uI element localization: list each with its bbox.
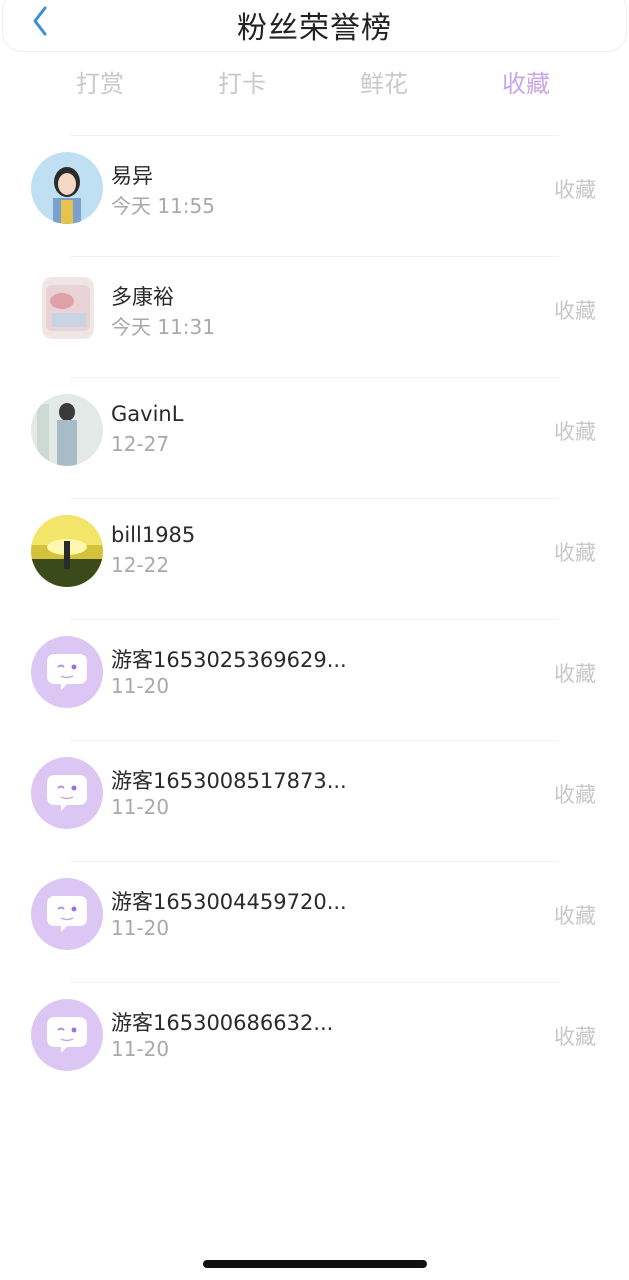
photo-person-avatar[interactable] (31, 394, 103, 466)
fan-time: 12-22 (111, 553, 170, 577)
fan-honor-page: 粉丝荣誉榜 打赏 打卡 鲜花 收藏 易异 今天 11:55 收藏 多康裕 今天 … (0, 0, 629, 1280)
fan-name: 易异 (111, 164, 153, 188)
guest-chat-avatar[interactable] (31, 757, 103, 829)
action-label: 收藏 (554, 662, 596, 686)
action-label: 收藏 (554, 420, 596, 444)
top-bar: 粉丝荣誉榜 (2, 0, 627, 52)
list-item[interactable]: 游客1653025369629... 11-20 收藏 (31, 619, 596, 740)
list-item[interactable]: 游客1653004459720... 11-20 收藏 (31, 861, 596, 982)
fan-time: 11-20 (111, 1037, 170, 1061)
action-label: 收藏 (554, 178, 596, 202)
fan-time: 11-20 (111, 916, 170, 940)
photo-room-avatar[interactable] (42, 277, 94, 339)
fan-list: 易异 今天 11:55 收藏 多康裕 今天 11:31 收藏 GavinL 12… (0, 135, 629, 1103)
action-label: 收藏 (554, 1025, 596, 1049)
guest-chat-avatar[interactable] (31, 878, 103, 950)
fan-time: 今天 11:31 (111, 315, 215, 339)
fan-name: 多康裕 (111, 285, 174, 309)
photo-sunset-avatar[interactable] (31, 515, 103, 587)
fan-name: GavinL (111, 402, 184, 426)
list-item[interactable]: 多康裕 今天 11:31 收藏 (42, 256, 596, 377)
tab-reward[interactable]: 打赏 (29, 62, 171, 106)
action-label: 收藏 (554, 904, 596, 928)
guest-chat-avatar[interactable] (31, 636, 103, 708)
list-item[interactable]: 易异 今天 11:55 收藏 (31, 135, 596, 256)
action-label: 收藏 (554, 783, 596, 807)
list-item[interactable]: GavinL 12-27 收藏 (31, 377, 596, 498)
list-item[interactable]: 游客165300686632... 11-20 收藏 (31, 982, 596, 1103)
action-label: 收藏 (554, 299, 596, 323)
guest-chat-avatar[interactable] (31, 999, 103, 1071)
fan-time: 11-20 (111, 674, 170, 698)
tab-bar: 打赏 打卡 鲜花 收藏 (0, 62, 629, 106)
fan-name: 游客1653025369629... (111, 648, 347, 672)
action-label: 收藏 (554, 541, 596, 565)
tab-flowers[interactable]: 鲜花 (313, 62, 455, 106)
fan-name: 游客1653008517873... (111, 769, 347, 793)
fan-name: 游客1653004459720... (111, 890, 347, 914)
fan-time: 12-27 (111, 432, 170, 456)
photo-girl-avatar[interactable] (31, 152, 103, 224)
fan-name: 游客165300686632... (111, 1011, 334, 1035)
list-item[interactable]: bill1985 12-22 收藏 (31, 498, 596, 619)
list-item[interactable]: 游客1653008517873... 11-20 收藏 (31, 740, 596, 861)
tab-checkin[interactable]: 打卡 (171, 62, 313, 106)
fan-time: 11-20 (111, 795, 170, 819)
home-indicator[interactable] (203, 1260, 427, 1268)
fan-time: 今天 11:55 (111, 194, 215, 218)
page-title: 粉丝荣誉榜 (237, 11, 392, 46)
tab-favorites[interactable]: 收藏 (455, 62, 597, 106)
fan-name: bill1985 (111, 523, 196, 547)
